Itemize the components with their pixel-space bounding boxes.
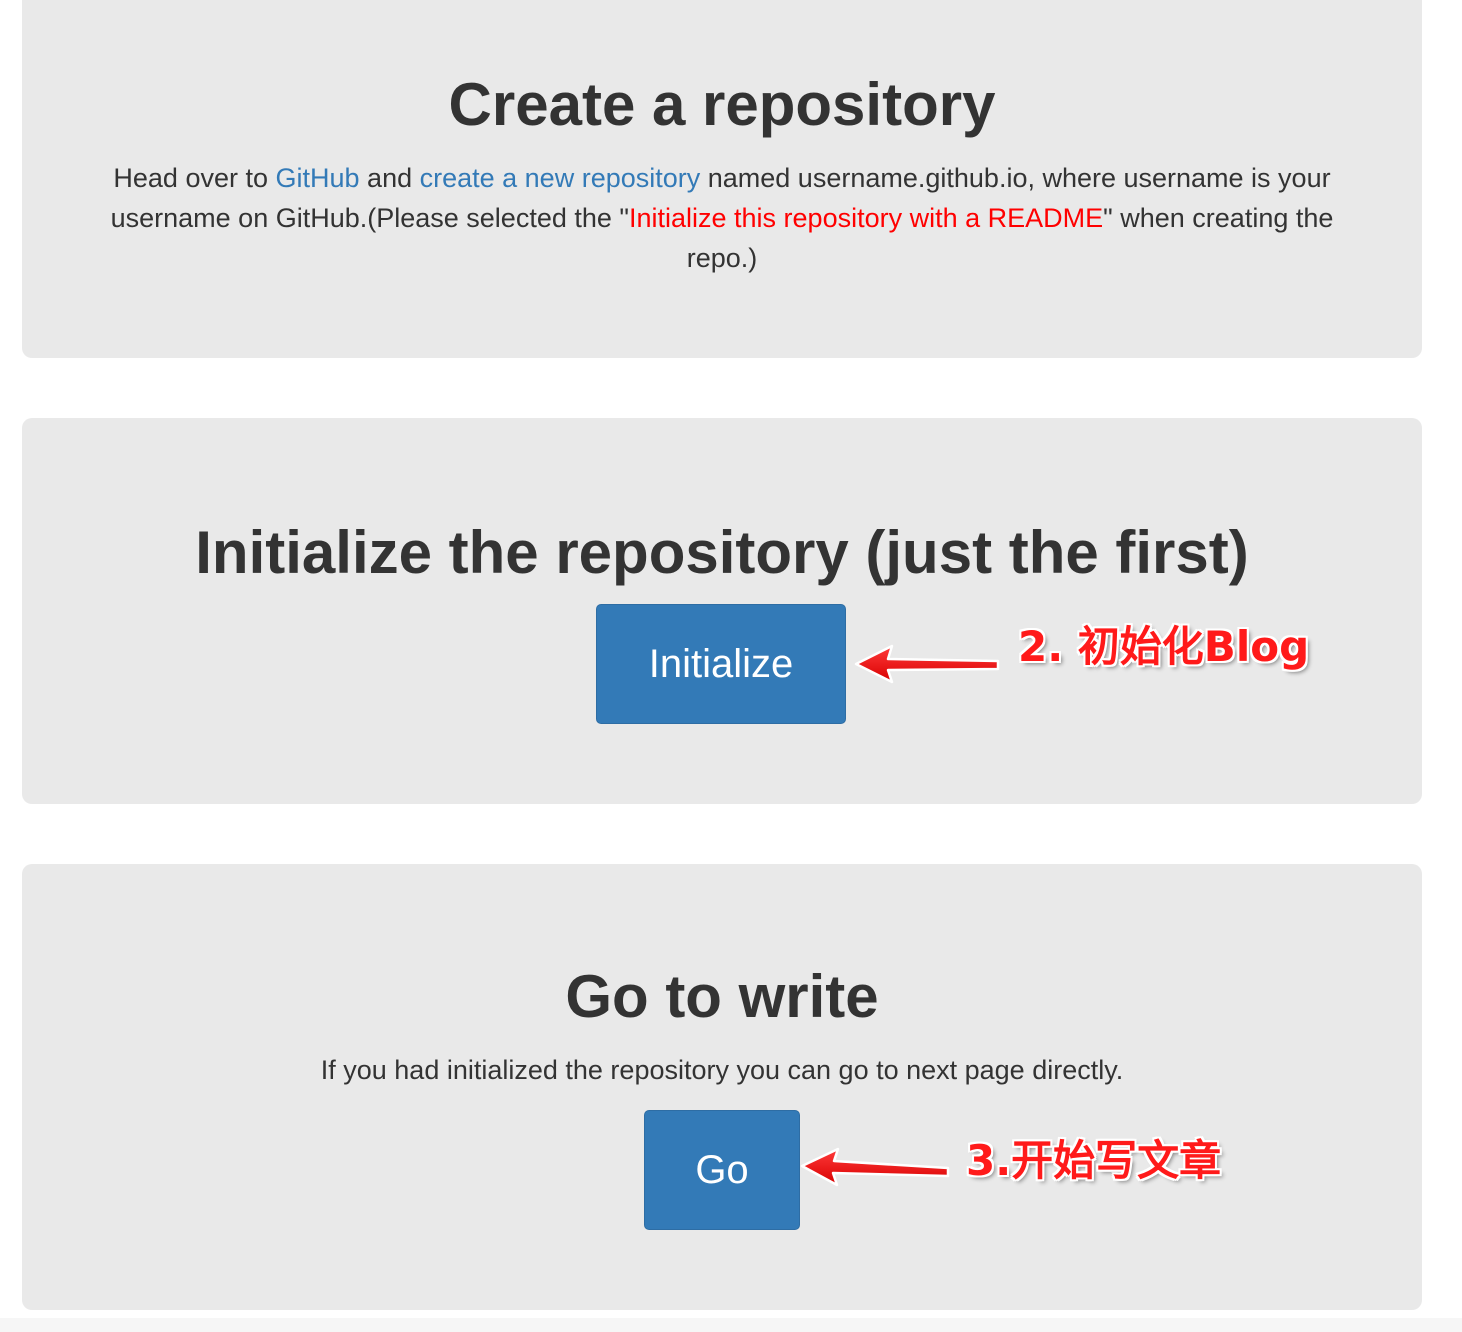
arrow-left-icon	[854, 644, 1000, 684]
initialize-annotation: 2. 初始化Blog	[1018, 622, 1310, 671]
go-annotation: 3.开始写文章	[966, 1136, 1222, 1185]
create-repository-instructions: Head over to GitHub and create a new rep…	[77, 158, 1367, 278]
page-bottom-edge	[0, 1318, 1462, 1332]
initialize-repository-title: Initialize the repository (just the firs…	[195, 519, 1249, 586]
go-button[interactable]: Go	[644, 1110, 800, 1230]
instructions-text-1: Head over to	[113, 163, 276, 193]
go-to-write-title: Go to write	[565, 963, 879, 1030]
go-to-write-description: If you had initialized the repository yo…	[320, 1055, 1124, 1085]
page: Create a repository Head over to GitHub …	[0, 0, 1462, 1332]
initialize-button[interactable]: Initialize	[596, 604, 846, 724]
arrow-left-icon	[800, 1147, 950, 1187]
create-new-repository-link[interactable]: create a new repository	[420, 163, 701, 193]
instructions-text-2: and	[359, 163, 420, 193]
go-to-write-panel: Go to write If you had initialized the r…	[22, 864, 1422, 1310]
readme-option-highlight: Initialize this repository with a README	[628, 203, 1104, 233]
github-link[interactable]: GitHub	[276, 163, 360, 193]
create-repository-panel: Create a repository Head over to GitHub …	[22, 0, 1422, 358]
create-repository-title: Create a repository	[448, 71, 996, 138]
initialize-repository-panel: Initialize the repository (just the firs…	[22, 418, 1422, 804]
